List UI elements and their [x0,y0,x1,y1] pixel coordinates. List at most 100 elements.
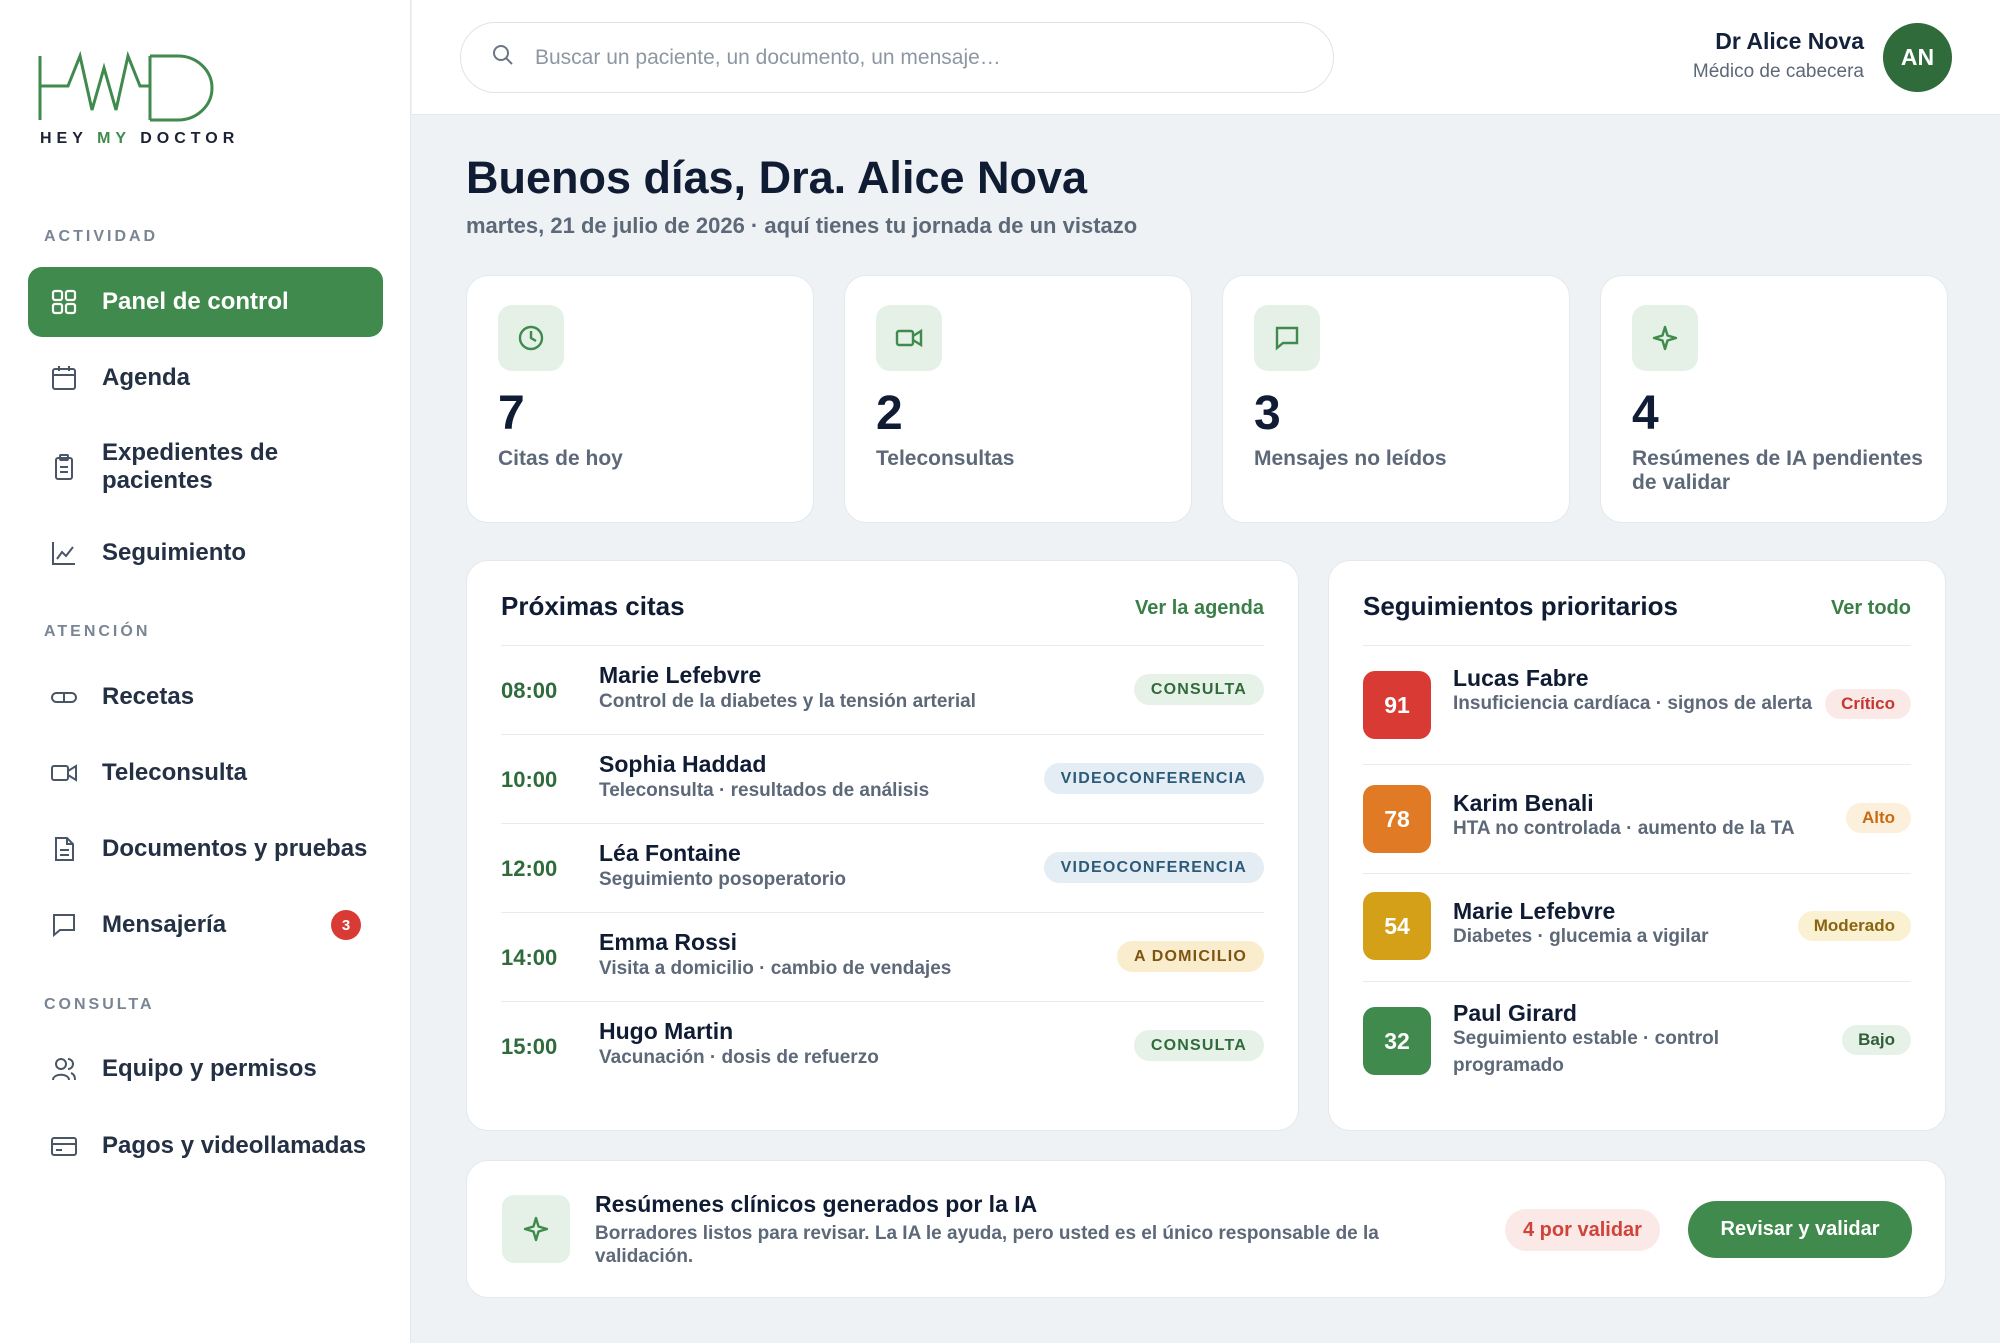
unread-count-badge: 3 [331,910,361,940]
sidebar-item-label: Teleconsulta [102,759,247,786]
appointment-patient-name[interactable]: Hugo Martin [599,1018,733,1045]
document-icon [50,835,78,863]
sidebar-item-panel-de-control[interactable]: Panel de control [28,267,383,337]
appointment-patient-name[interactable]: Léa Fontaine [599,840,741,867]
stat-card-teleconsultas[interactable]: 2 Teleconsultas [844,275,1192,523]
sidebar-item-teleconsulta[interactable]: Teleconsulta [28,738,383,808]
sidebar-item-label: Mensajería [102,911,227,938]
appointment-description: Seguimiento posoperatorio [599,869,847,890]
sidebar: HEY MY DOCTOR ACTIVIDAD Panel de control… [0,0,411,1343]
followup-description: HTA no controlada · aumento de la TA [1453,818,1795,839]
topbar: Dr Alice Nova Médico de cabecera AN [412,0,2000,115]
hey-my-doctor-logo[interactable]: HEY MY DOCTOR [38,48,238,158]
followup-patient-name[interactable]: Lucas Fabre [1453,665,1589,692]
risk-level-badge: Moderado [1797,911,1911,941]
appointment-time: 12:00 [501,856,558,881]
appointment-time: 15:00 [501,1034,558,1059]
ai-banner-title: Resúmenes clínicos generados por la IA [595,1191,1038,1217]
appointment-type-badge: VIDEOCONFERENCIA [1043,852,1264,883]
user-info[interactable]: Dr Alice Nova Médico de cabecera [1693,28,1864,83]
stat-card-resumenes-ia[interactable]: 4 Resúmenes de IA pendientes de validar [1600,275,1948,523]
calendar-icon [50,364,78,392]
stat-label: Mensajes no leídos [1254,447,1447,470]
clipboard-icon [50,453,78,481]
stat-card-citas[interactable]: 7 Citas de hoy [466,275,814,523]
risk-level-badge: Alto [1845,803,1911,833]
sidebar-item-label: Recetas [102,683,195,710]
search-icon [491,43,515,72]
appointment-description: Teleconsulta · resultados de análisis [599,780,930,801]
sidebar-item-label: Expedientes de pacientes [102,439,279,494]
view-all-link[interactable]: Ver todo [1831,597,1911,620]
appointment-time: 14:00 [501,945,558,970]
stat-label: Resúmenes de IA pendientes de validar [1632,447,1923,494]
logo-word-my: MY [97,130,131,147]
video-icon [876,305,942,371]
sidebar-item-equipo[interactable]: Equipo y permisos [28,1034,383,1104]
sparkle-icon [502,1195,570,1263]
appointment-description: Visita a domicilio · cambio de vendajes [599,958,952,979]
logo-heartbeat-icon [38,50,214,122]
appointment-type-badge: VIDEOCONFERENCIA [1043,763,1264,794]
sidebar-item-expedientes[interactable]: Expedientes de pacientes [28,431,383,503]
search-bar[interactable] [460,22,1334,93]
appointment-patient-name[interactable]: Emma Rossi [599,929,737,956]
video-icon [50,759,78,787]
view-agenda-link[interactable]: Ver la agenda [1135,597,1264,620]
sidebar-item-seguimiento[interactable]: Seguimiento [28,518,383,588]
sidebar-item-agenda[interactable]: Agenda [28,343,383,413]
sidebar-item-pagos[interactable]: Pagos y videollamadas [28,1111,383,1181]
appointment-patient-name[interactable]: Sophia Haddad [599,751,766,778]
stat-label: Citas de hoy [498,447,623,470]
users-icon [50,1055,78,1083]
sidebar-item-label: Agenda [102,364,191,391]
upcoming-appointments-panel: Próximas citas Ver la agenda 08:00 Marie… [466,560,1299,1131]
search-input[interactable] [535,45,1295,70]
avatar[interactable]: AN [1883,23,1952,92]
pending-count-badge: 4 por validar [1505,1209,1660,1251]
section-label-actividad: ACTIVIDAD [44,228,159,245]
followup-description: Seguimiento estable · control programado [1453,1028,1720,1076]
followup-description: Diabetes · glucemia a vigilar [1453,926,1709,947]
user-name: Dr Alice Nova [1715,28,1864,54]
divider [1363,645,1911,646]
risk-level-badge: Bajo [1842,1025,1911,1055]
sidebar-item-recetas[interactable]: Recetas [28,662,383,732]
divider [501,1001,1264,1002]
sidebar-item-documentos[interactable]: Documentos y pruebas [28,814,383,884]
logo-wordmark: HEY MY DOCTOR [40,130,239,148]
followup-patient-name[interactable]: Marie Lefebvre [1453,898,1615,925]
user-role: Médico de cabecera [1692,61,1864,82]
stat-card-mensajes[interactable]: 3 Mensajes no leídos [1222,275,1570,523]
credit-card-icon [50,1132,78,1160]
appointment-patient-name[interactable]: Marie Lefebvre [599,662,761,689]
panel-title: Seguimientos prioritarios [1363,591,1678,621]
sidebar-item-mensajeria[interactable]: Mensajería 3 [28,890,383,960]
sidebar-item-label: Seguimiento [102,539,247,566]
divider [501,734,1264,735]
page-title: Buenos días, Dra. Alice Nova [466,152,1088,203]
stat-value: 7 [498,387,525,440]
divider [501,645,1264,646]
followup-patient-name[interactable]: Karim Benali [1453,790,1594,817]
appointment-description: Vacunación · dosis de refuerzo [599,1047,879,1068]
section-label-consulta: CONSULTA [44,996,155,1013]
followup-description: Insuficiencia cardíaca · signos de alert… [1453,693,1813,714]
followup-patient-name[interactable]: Paul Girard [1453,1000,1577,1027]
review-validate-button[interactable]: Revisar y validar [1688,1201,1912,1258]
divider [1363,873,1911,874]
appointment-type-badge: CONSULTA [1133,1030,1264,1061]
sidebar-item-label: Panel de control [102,288,289,315]
chart-line-icon [50,539,78,567]
sidebar-item-label: Documentos y pruebas [102,835,368,862]
page-subtitle: martes, 21 de julio de 2026 · aquí tiene… [466,213,1138,238]
divider [1363,981,1911,982]
divider [501,823,1264,824]
divider [501,912,1264,913]
pill-icon [50,683,78,711]
clock-icon [498,305,564,371]
logo-word-doctor: DOCTOR [130,130,240,147]
risk-level-badge: Crítico [1825,689,1911,719]
stat-value: 4 [1632,387,1659,440]
risk-score: 32 [1363,1007,1431,1075]
